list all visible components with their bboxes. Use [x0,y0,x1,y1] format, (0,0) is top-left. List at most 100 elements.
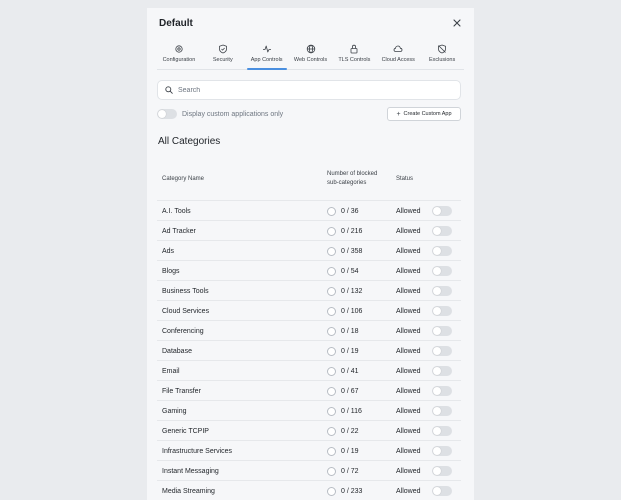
row-radio[interactable] [327,286,336,296]
row-radio[interactable] [327,266,336,276]
blocked-count: 0 / 36 [341,207,359,215]
tab-label: Exclusions [428,57,456,63]
row-radio[interactable] [327,486,336,496]
status-toggle[interactable] [432,446,452,456]
row-select [327,361,336,381]
table-row[interactable]: File Transfer 0 / 67 Allowed [157,380,461,400]
custom-apps-toggle[interactable] [157,109,177,119]
blocked-count: 0 / 233 [341,487,363,495]
row-select [327,241,336,261]
category-name: Ad Tracker [162,227,196,235]
table-header: Category Name Number of blocked sub-cate… [157,168,461,200]
row-radio[interactable] [327,466,336,476]
table-row[interactable]: Infrastructure Services 0 / 19 Allowed [157,440,461,460]
status-toggle-cell [432,281,452,301]
status-toggle[interactable] [432,206,452,216]
close-icon [453,19,461,27]
blocked-count: 0 / 72 [341,467,359,475]
status-toggle[interactable] [432,466,452,476]
table-row[interactable]: Business Tools 0 / 132 Allowed [157,280,461,300]
status-toggle[interactable] [432,266,452,276]
tab-exclusions[interactable]: Exclusions [420,42,464,69]
row-radio[interactable] [327,446,336,456]
search-input[interactable] [178,86,448,94]
table-row[interactable]: Media Streaming 0 / 233 Allowed [157,480,461,500]
row-radio[interactable] [327,306,336,316]
row-radio[interactable] [327,206,336,216]
table-row[interactable]: Email 0 / 41 Allowed [157,360,461,380]
blocked-count: 0 / 19 [341,447,359,455]
table-row[interactable]: Blogs 0 / 54 Allowed [157,260,461,280]
tab-web-controls[interactable]: Web Controls [289,42,333,69]
table-row[interactable]: Generic TCPIP 0 / 22 Allowed [157,420,461,440]
category-name: Ads [162,247,175,255]
tab-security[interactable]: Security [201,42,245,69]
blocked-count: 0 / 216 [341,227,363,235]
row-radio[interactable] [327,346,336,356]
table-row[interactable]: Cloud Services 0 / 106 Allowed [157,300,461,320]
row-radio[interactable] [327,426,336,436]
activity-icon [262,45,271,53]
status-toggle-cell [432,481,452,500]
blocked-count: 0 / 116 [341,407,362,415]
status-toggle[interactable] [432,226,452,236]
row-radio[interactable] [327,326,336,336]
status-toggle[interactable] [432,386,452,396]
status-toggle-cell [432,361,452,381]
table-row[interactable]: Gaming 0 / 116 Allowed [157,400,461,420]
close-button[interactable] [450,16,464,30]
status-text: Allowed [396,327,421,335]
category-name: Gaming [162,407,187,415]
search-box[interactable] [157,80,461,100]
row-radio[interactable] [327,386,336,396]
header-blocked-line2: sub-categories [327,180,367,186]
status-text: Allowed [396,247,421,255]
status-toggle-cell [432,401,452,421]
category-name: Media Streaming [162,487,215,495]
status-toggle[interactable] [432,486,452,496]
status-toggle[interactable] [432,306,452,316]
row-select [327,281,336,301]
status-text: Allowed [396,227,421,235]
row-select [327,441,336,461]
status-toggle-cell [432,381,452,401]
status-toggle[interactable] [432,246,452,256]
table-row[interactable]: Conferencing 0 / 18 Allowed [157,320,461,340]
header-blocked-count: Number of blocked sub-categories [327,170,397,188]
tab-label: Security [212,57,233,63]
table-row[interactable]: A.I. Tools 0 / 36 Allowed [157,200,461,220]
category-name: Conferencing [162,327,204,335]
status-text: Allowed [396,487,421,495]
tab-configuration[interactable]: Configuration [157,42,201,69]
row-radio[interactable] [327,246,336,256]
row-radio[interactable] [327,406,336,416]
blocked-count: 0 / 106 [341,307,363,315]
blocked-count: 0 / 22 [341,427,359,435]
status-toggle[interactable] [432,286,452,296]
search-icon [165,86,173,94]
status-toggle[interactable] [432,426,452,436]
row-radio[interactable] [327,366,336,376]
tab-app-controls[interactable]: App Controls [245,42,289,70]
globe-icon [306,44,315,54]
table-row[interactable]: Instant Messaging 0 / 72 Allowed [157,460,461,480]
tab-tls-controls[interactable]: TLS Controls [332,42,376,69]
status-toggle-cell [432,341,452,361]
tab-cloud-access[interactable]: Cloud Access [376,42,420,69]
status-toggle[interactable] [432,346,452,356]
status-toggle[interactable] [432,366,452,376]
table-row[interactable]: Database 0 / 19 Allowed [157,340,461,360]
category-name: A.I. Tools [162,207,191,215]
plus-icon: + [396,110,401,118]
blocked-count: 0 / 132 [341,287,363,295]
status-text: Allowed [396,207,421,215]
status-toggle[interactable] [432,406,452,416]
create-custom-app-button[interactable]: + Create Custom App [387,107,461,121]
status-toggle[interactable] [432,326,452,336]
row-radio[interactable] [327,226,336,236]
table-row[interactable]: Ad Tracker 0 / 216 Allowed [157,220,461,240]
table-row[interactable]: Ads 0 / 358 Allowed [157,240,461,260]
row-select [327,341,336,361]
status-toggle-cell [432,421,452,441]
status-toggle-cell [432,261,452,281]
